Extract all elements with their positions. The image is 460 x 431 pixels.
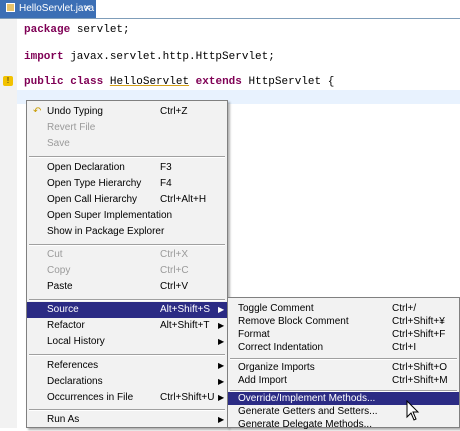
keyword: package (24, 24, 71, 36)
editor-tab-bar: HelloServlet.java ✕ (0, 0, 460, 19)
undo-icon: ↶ (33, 106, 42, 117)
menu-label: Correct Indentation (238, 342, 324, 353)
menu-label: Open Super Implementation (47, 210, 173, 221)
class-name: HelloServlet (109, 76, 190, 88)
menu-accel: Ctrl+X (160, 249, 189, 260)
menu-accel: F4 (160, 178, 172, 189)
menu-item-source[interactable]: Source Alt+Shift+S ▶ (27, 302, 227, 318)
menu-item-open-call-hierarchy[interactable]: Open Call Hierarchy Ctrl+Alt+H (27, 192, 227, 208)
menu-item-show-in-package-explorer[interactable]: Show in Package Explorer (27, 224, 227, 240)
menu-label: Copy (47, 265, 71, 276)
warning-icon[interactable]: ! (3, 76, 13, 86)
menu-item-revert-file[interactable]: Revert File (27, 120, 227, 136)
menu-item-local-history[interactable]: Local History ▶ (27, 334, 227, 350)
submenu-arrow-icon: ▶ (218, 377, 225, 386)
menu-label: References (47, 360, 99, 371)
menu-item-references[interactable]: References ▶ (27, 358, 227, 374)
menu-item-cut[interactable]: Cut Ctrl+X (27, 247, 227, 263)
menu-accel: Ctrl+Z (160, 106, 188, 117)
menu-label: Generate Getters and Setters... (238, 406, 378, 417)
menu-item-override-implement-methods[interactable]: Override/Implement Methods... (228, 392, 459, 405)
menu-separator (29, 409, 225, 411)
java-file-icon (6, 3, 15, 12)
menu-item-generate-getters-setters[interactable]: Generate Getters and Setters... (228, 405, 459, 418)
menu-label: Revert File (47, 122, 96, 133)
menu-item-refactor[interactable]: Refactor Alt+Shift+T ▶ (27, 318, 227, 334)
code-line-class[interactable]: public class HelloServlet extends HttpSe… (24, 76, 334, 88)
menu-accel: Ctrl+C (160, 265, 189, 276)
menu-label: Generate Delegate Methods... (238, 419, 372, 430)
menu-item-correct-indentation[interactable]: Correct Indentation Ctrl+I (228, 340, 459, 356)
context-menu: ↶ Undo Typing Ctrl+Z Revert File Save Op… (26, 100, 228, 428)
editor-tab[interactable]: HelloServlet.java ✕ (0, 0, 96, 18)
code-text: servlet; (70, 24, 130, 36)
keyword: extends (195, 76, 242, 88)
keyword: class (70, 76, 104, 88)
code-line-package[interactable]: package servlet; (24, 24, 130, 36)
menu-label: Open Call Hierarchy (47, 194, 138, 205)
keyword: import (24, 51, 64, 63)
menu-item-paste[interactable]: Paste Ctrl+V (27, 279, 227, 295)
menu-accel: Alt+Shift+T (160, 320, 210, 331)
menu-item-declarations[interactable]: Declarations ▶ (27, 374, 227, 390)
menu-item-save[interactable]: Save (27, 136, 227, 152)
menu-accel: Ctrl+Shift+U (160, 392, 215, 403)
keyword: public (24, 76, 64, 88)
menu-label: Refactor (47, 320, 85, 331)
menu-label: Declarations (47, 376, 103, 387)
submenu-arrow-icon: ▶ (218, 337, 225, 346)
menu-item-copy[interactable]: Copy Ctrl+C (27, 263, 227, 279)
submenu-arrow-icon: ▶ (218, 321, 225, 330)
menu-separator (29, 299, 225, 301)
menu-label: Save (47, 138, 70, 149)
menu-item-undo-typing[interactable]: ↶ Undo Typing Ctrl+Z (27, 104, 227, 120)
menu-separator (29, 354, 225, 356)
menu-item-run-as[interactable]: Run As ▶ (27, 412, 227, 428)
menu-item-open-declaration[interactable]: Open Declaration F3 (27, 160, 227, 176)
menu-accel: Ctrl+Shift+M (392, 375, 448, 386)
mouse-pointer-icon (406, 400, 420, 421)
menu-separator (29, 156, 225, 158)
submenu-arrow-icon: ▶ (218, 393, 225, 402)
menu-label: Override/Implement Methods... (238, 393, 376, 404)
code-text: javax.servlet.http.HttpServlet; (63, 51, 275, 63)
menu-accel: Ctrl+I (392, 342, 417, 353)
code-text: HttpServlet { (241, 76, 335, 88)
menu-label: Open Type Hierarchy (47, 178, 142, 189)
menu-label: Source (47, 304, 79, 315)
menu-accel: Alt+Shift+S (160, 304, 211, 315)
menu-label: Add Import (238, 375, 287, 386)
source-submenu: Toggle Comment Ctrl+/ Remove Block Comme… (227, 297, 460, 431)
menu-label: Cut (47, 249, 63, 260)
menu-label: Show in Package Explorer (47, 226, 165, 237)
submenu-arrow-icon: ▶ (218, 415, 225, 424)
close-icon[interactable]: ✕ (83, 3, 91, 14)
menu-accel: F3 (160, 162, 172, 173)
menu-label: Occurrences in File (47, 392, 134, 403)
menu-item-add-import[interactable]: Add Import Ctrl+Shift+M (228, 373, 459, 389)
code-line-import[interactable]: import javax.servlet.http.HttpServlet; (24, 51, 275, 63)
menu-item-open-type-hierarchy[interactable]: Open Type Hierarchy F4 (27, 176, 227, 192)
menu-item-generate-delegate-methods[interactable]: Generate Delegate Methods... (228, 418, 459, 431)
menu-label: Run As (47, 414, 80, 425)
menu-item-occurrences-in-file[interactable]: Occurrences in File Ctrl+Shift+U ▶ (27, 390, 227, 406)
menu-accel: Ctrl+Alt+H (160, 194, 207, 205)
menu-label: Local History (47, 336, 105, 347)
menu-separator (29, 244, 225, 246)
menu-accel: Ctrl+V (160, 281, 189, 292)
menu-label: Paste (47, 281, 73, 292)
menu-label: Open Declaration (47, 162, 125, 173)
menu-label: Undo Typing (47, 106, 103, 117)
submenu-arrow-icon: ▶ (218, 361, 225, 370)
submenu-arrow-icon: ▶ (218, 305, 225, 314)
menu-item-open-super-implementation[interactable]: Open Super Implementation (27, 208, 227, 224)
